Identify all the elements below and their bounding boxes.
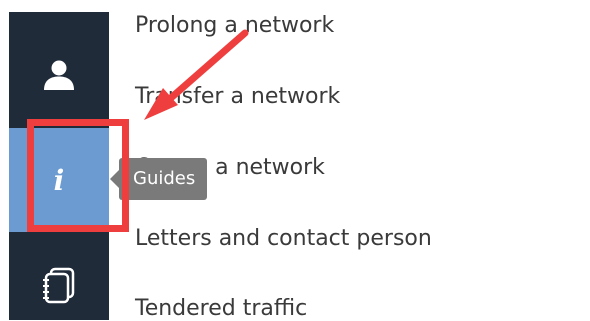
sidebar-item-documents[interactable]	[9, 256, 109, 320]
menu-item-tendered-traffic[interactable]: Tendered traffic	[135, 296, 307, 321]
info-icon: i	[53, 163, 65, 197]
user-icon	[41, 57, 77, 97]
menu-item-prolong-network[interactable]: Prolong a network	[135, 13, 334, 38]
menu-item-letters-contact[interactable]: Letters and contact person	[135, 226, 432, 251]
guides-tooltip: Guides	[109, 158, 208, 200]
notebook-icon	[39, 266, 79, 310]
sidebar-item-guides[interactable]: i	[9, 128, 109, 232]
sidebar-item-profile[interactable]	[9, 50, 109, 104]
menu-item-transfer-network[interactable]: Transfer a network	[135, 84, 340, 109]
sidebar: i	[9, 12, 109, 320]
